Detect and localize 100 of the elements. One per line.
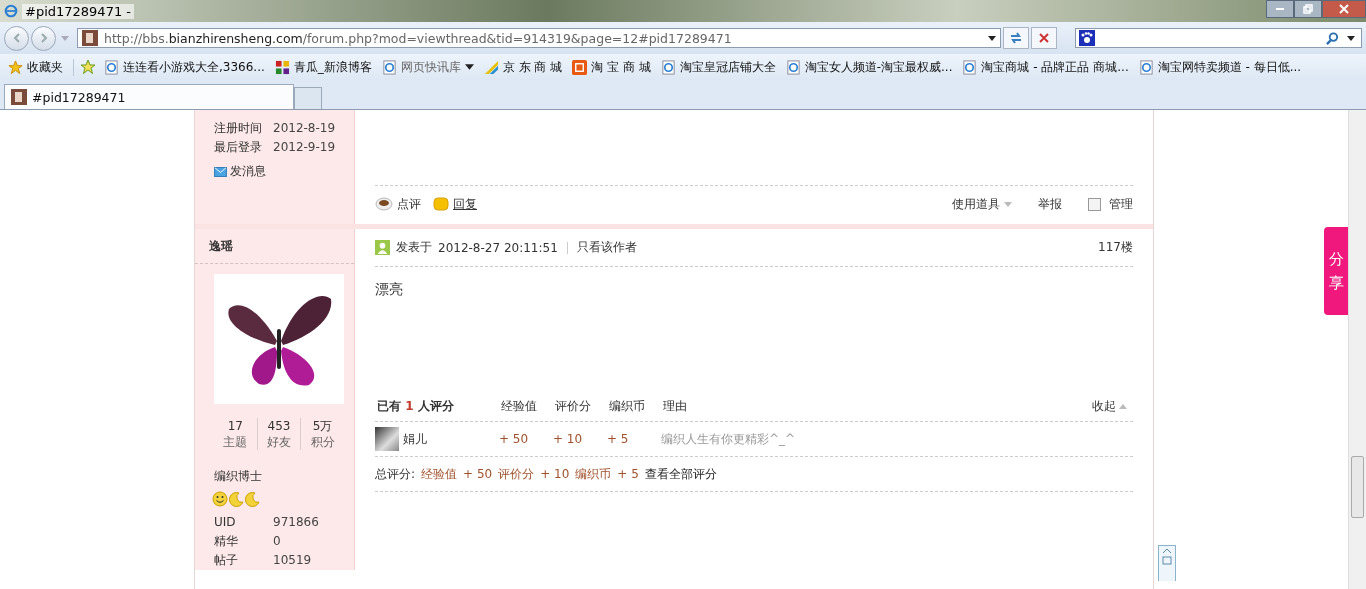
caret-up-icon xyxy=(1119,403,1127,409)
coffee-cup-icon xyxy=(375,197,393,211)
maximize-button[interactable] xyxy=(1294,0,1322,18)
send-message-link[interactable]: 发消息 xyxy=(214,163,354,180)
total-value: + 5 xyxy=(617,467,639,481)
moon-icon xyxy=(228,491,244,507)
favorite-link[interactable]: 网页快讯库 xyxy=(379,58,476,76)
column-header: 编织币 xyxy=(609,397,646,415)
favorite-link[interactable]: 淘宝网特卖频道 - 每日低... xyxy=(1136,58,1304,76)
use-tool-menu[interactable]: 使用道具 xyxy=(952,195,1012,213)
webpage-icon xyxy=(381,59,397,75)
stat-label: 好友 xyxy=(267,434,291,450)
webpage-icon xyxy=(785,59,801,75)
report-link[interactable]: 举报 xyxy=(1038,195,1062,213)
profile-value: 2012-9-19 xyxy=(273,139,336,156)
close-icon xyxy=(1339,4,1349,14)
column-header: 评价分 xyxy=(555,397,592,415)
webpage-icon xyxy=(104,59,119,75)
stat-value: 5万 xyxy=(312,418,333,434)
manage-checkbox[interactable] xyxy=(1088,197,1101,211)
rating-summary: 已有 1 人评分 xyxy=(376,397,455,415)
envelope-icon xyxy=(214,166,227,177)
search-icon xyxy=(1326,31,1339,45)
favorite-link[interactable]: 淘 宝 商 城 xyxy=(570,58,653,76)
new-tab-button[interactable] xyxy=(294,87,322,109)
caret-icon xyxy=(464,64,474,70)
site-favicon-icon xyxy=(82,30,98,46)
caret-icon xyxy=(988,35,996,41)
stat-value: 453 xyxy=(267,418,291,434)
refresh-button[interactable] xyxy=(1003,27,1029,49)
author-only-link[interactable]: 只看该作者 xyxy=(576,239,637,256)
back-to-top-icon[interactable] xyxy=(1158,545,1176,581)
address-field[interactable]: http://bbs.bianzhirensheng.com/forum.php?mod=viewthread&tid=914319&page=12#pid17289471 xyxy=(77,28,1001,48)
favorite-link[interactable]: 京 东 商 城 xyxy=(481,58,565,76)
stop-button[interactable] xyxy=(1031,27,1057,49)
user-rank: 编织博士 xyxy=(214,468,263,485)
rating-value: + 50 xyxy=(499,432,530,446)
favorite-link[interactable]: 淘宝女人频道-淘宝最权威... xyxy=(783,58,955,76)
moon-icon xyxy=(244,491,260,507)
window-title: #pid17289471 - xyxy=(22,3,134,19)
total-name: 评价分 xyxy=(498,465,535,483)
share-button[interactable]: 分享 xyxy=(1324,227,1348,315)
webpage-icon xyxy=(962,59,978,75)
floor-number: 117楼 xyxy=(1098,239,1133,256)
caret-icon xyxy=(61,35,69,41)
total-value: + 10 xyxy=(540,467,570,481)
stripes-logo-icon xyxy=(483,59,499,75)
total-name: 编织币 xyxy=(575,465,612,483)
caret-icon xyxy=(1004,201,1012,207)
close-button[interactable] xyxy=(1322,0,1366,18)
profile-value: 971866 xyxy=(273,514,319,531)
profile-label: 帖子 xyxy=(214,552,239,569)
posted-label: 发表于 xyxy=(396,239,432,256)
smiley-icon xyxy=(212,491,228,507)
forward-button[interactable] xyxy=(31,25,56,51)
reply-link[interactable]: 回复 xyxy=(433,195,477,213)
add-favorite-icon[interactable] xyxy=(80,59,96,75)
total-label: 总评分: xyxy=(375,465,416,483)
browser-logo-icon xyxy=(4,4,18,18)
webpage-icon xyxy=(1138,59,1154,75)
profile-label: UID xyxy=(214,514,237,531)
favorite-link[interactable]: 淘宝皇冠店铺大全 xyxy=(658,58,778,76)
favorite-link[interactable]: 连连看小游戏大全,3366... xyxy=(102,58,267,76)
profile-value: 10519 xyxy=(273,552,312,569)
user-icon xyxy=(375,240,390,255)
profile-value: 0 xyxy=(273,533,281,550)
favorite-link[interactable]: 淘宝商城 - 品牌正品 商城... xyxy=(960,58,1131,76)
star-icon xyxy=(8,59,23,75)
avatar-thumbnail xyxy=(375,427,399,451)
view-all-ratings-link[interactable]: 查看全部评分 xyxy=(644,465,717,483)
rating-value: + 10 xyxy=(553,432,584,446)
favorites-button[interactable]: 收藏夹 xyxy=(6,58,74,76)
scrollbar-drawing[interactable] xyxy=(1348,110,1366,589)
favorite-link[interactable]: 青瓜_新浪博客 xyxy=(272,58,374,76)
profile-label: 最后登录 xyxy=(214,139,263,156)
blocks-logo-icon xyxy=(274,59,290,75)
rating-reason: 编织人生有你更精彩^_^ xyxy=(661,430,796,448)
rater-name[interactable]: 娟儿 xyxy=(403,430,427,448)
paw-icon xyxy=(1079,30,1095,46)
profile-value: 2012-8-19 xyxy=(273,120,336,137)
stat-value: 17 xyxy=(227,418,243,434)
post-time: 2012-8-27 20:11:51 xyxy=(438,240,558,255)
comment-link[interactable]: 点评 xyxy=(375,195,421,213)
restore-icon xyxy=(1303,4,1313,14)
speech-bubble-icon xyxy=(433,197,449,211)
post-content: 漂亮 xyxy=(375,280,404,299)
back-button[interactable] xyxy=(4,25,29,51)
stat-label: 主题 xyxy=(223,434,248,450)
collapse-link[interactable]: 收起 xyxy=(1092,397,1127,415)
caret-icon xyxy=(1347,35,1355,41)
tao-logo-icon xyxy=(572,59,588,75)
total-value: + 50 xyxy=(463,467,493,481)
refresh-icon xyxy=(1009,31,1023,45)
stop-icon xyxy=(1038,32,1050,44)
minimize-icon xyxy=(1276,8,1284,10)
author-name[interactable]: 逸瑶 xyxy=(195,229,354,264)
search-field[interactable] xyxy=(1075,28,1362,48)
checkbox-label: 管理 xyxy=(1109,195,1133,213)
browser-tab[interactable]: #pid17289471 xyxy=(4,84,294,109)
minimize-button[interactable] xyxy=(1266,0,1294,18)
